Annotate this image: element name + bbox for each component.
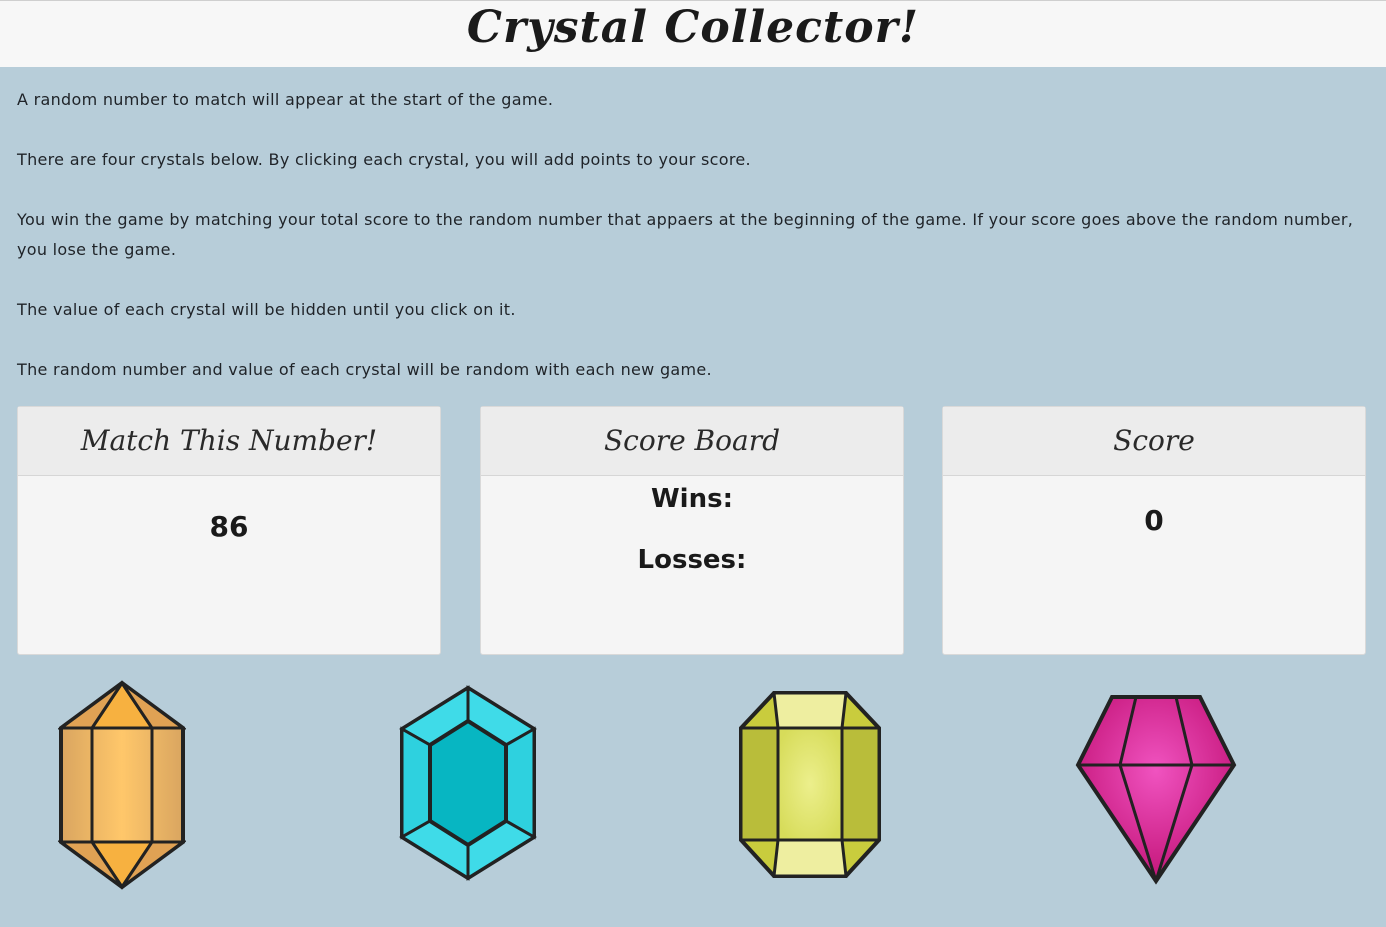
target-number: 86 xyxy=(209,510,249,543)
page-title: Crystal Collector! xyxy=(466,2,920,53)
instruction-line: You win the game by matching your total … xyxy=(17,210,1354,259)
target-panel: Match This Number! 86 xyxy=(17,406,441,655)
wins-label: Wins: xyxy=(651,484,733,514)
yellow-crystal[interactable] xyxy=(738,690,882,880)
instructions: A random number to match will appear at … xyxy=(17,85,1367,415)
instruction-line: The random number and value of each crys… xyxy=(17,360,712,379)
score-value: 0 xyxy=(1144,504,1164,537)
orange-crystal[interactable] xyxy=(58,680,186,890)
header: Crystal Collector! xyxy=(0,0,1386,67)
scoreboard-panel: Score Board Wins: Losses: xyxy=(480,406,904,655)
losses-label: Losses: xyxy=(637,545,747,575)
scoreboard-panel-title: Score Board xyxy=(481,407,903,476)
score-panel-title: Score xyxy=(943,407,1365,476)
target-panel-title: Match This Number! xyxy=(18,407,440,476)
teal-crystal[interactable] xyxy=(398,685,538,881)
pink-crystal[interactable] xyxy=(1074,693,1238,885)
instruction-line: There are four crystals below. By clicki… xyxy=(17,150,751,169)
score-panel: Score 0 xyxy=(942,406,1366,655)
instruction-line: The value of each crystal will be hidden… xyxy=(17,300,516,319)
game-page: Crystal Collector! A random number to ma… xyxy=(0,0,1386,927)
instruction-line: A random number to match will appear at … xyxy=(17,90,554,109)
